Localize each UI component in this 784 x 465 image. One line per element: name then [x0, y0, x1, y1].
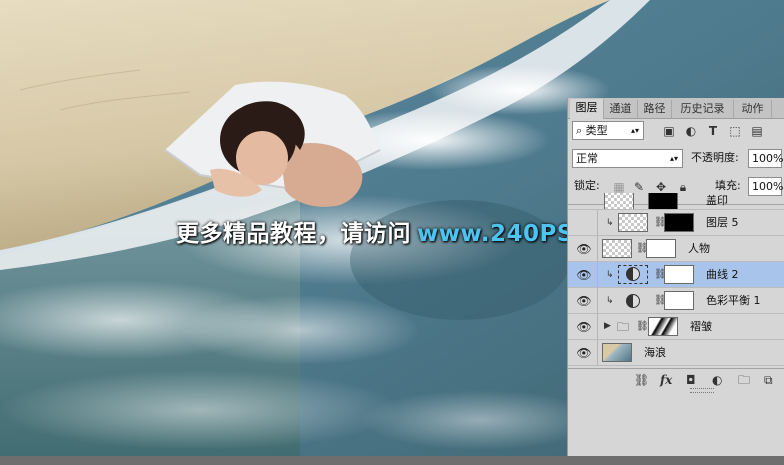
eye-icon[interactable]: 👁︎	[574, 269, 594, 281]
visibility-divider	[597, 262, 598, 288]
chevron-down-icon: ▴▾	[630, 126, 639, 135]
layer-thumbnail	[602, 343, 632, 362]
blend-mode-value: 正常	[576, 152, 598, 165]
curves-icon	[626, 267, 640, 281]
smart-object-filter-icon[interactable]: ▤	[750, 124, 764, 138]
visibility-divider	[597, 236, 598, 262]
eye-icon[interactable]: 👁︎	[574, 347, 594, 359]
image-filter-icon[interactable]: ▣	[662, 124, 676, 138]
adjustment-icon[interactable]: ◐	[712, 373, 722, 387]
layer-row-stamp[interactable]: 盖印	[568, 193, 784, 210]
visibility-divider	[597, 314, 598, 340]
eye-icon[interactable]: 👁︎	[574, 321, 594, 333]
layer-name: 海浪	[644, 346, 666, 359]
layer-name: 曲线 2	[706, 268, 739, 281]
layer-thumbnail	[618, 213, 648, 232]
mask-thumbnail	[664, 265, 694, 284]
lock-transparency-icon[interactable]: ▦	[612, 180, 626, 194]
layer-thumbnail	[604, 193, 634, 209]
blend-row: 正常 ▴▾ 不透明度: 100%	[568, 148, 784, 170]
layer-row-curves2[interactable]: 👁︎ ↳ ⛓ 曲线 2	[568, 262, 784, 288]
layer-name: 褶皱	[690, 320, 712, 333]
layer-row-layer5[interactable]: ↳ ⛓ 图层 5	[568, 210, 784, 236]
filter-kind-label: 类型	[585, 124, 608, 137]
chevron-down-icon: ▴▾	[669, 154, 678, 163]
link-icon[interactable]: ⛓	[634, 373, 649, 387]
status-strip	[0, 456, 784, 465]
clip-arrow-icon: ↳	[606, 218, 614, 228]
eye-icon[interactable]: 👁︎	[574, 243, 594, 255]
filter-kind-select[interactable]: ⌕ 类型 ▴▾	[572, 121, 644, 140]
visibility-divider	[597, 210, 598, 236]
layer-name: 色彩平衡 1	[706, 294, 761, 307]
layer-row-person[interactable]: 👁︎ ⛓ 人物	[568, 236, 784, 262]
filter-row: ⌕ 类型 ▴▾ ▣ ◐ T ⬚ ▤	[568, 120, 784, 142]
layer-name: 图层 5	[706, 216, 739, 229]
layers-panel: 图层 通道 路径 历史记录 动作 ⌕ 类型 ▴▾ ▣ ◐ T ⬚ ▤ 正常 ▴▾…	[567, 98, 784, 465]
mask-thumbnail	[646, 239, 676, 258]
adjustment-filter-icon[interactable]: ◐	[684, 124, 698, 138]
layer-row-color-balance[interactable]: 👁︎ ↳ ⛓ 色彩平衡 1	[568, 288, 784, 314]
clip-arrow-icon: ↳	[606, 296, 614, 306]
brush-icon[interactable]: ✎	[632, 180, 646, 194]
adjustment-thumbnail	[618, 265, 648, 284]
resize-grip[interactable]	[690, 388, 714, 393]
tab-actions[interactable]: 动作	[734, 100, 772, 118]
blend-mode-select[interactable]: 正常 ▴▾	[572, 149, 683, 168]
layer-name: 人物	[688, 242, 710, 255]
layer-list: 盖印 ↳ ⛓ 图层 5 👁︎ ⛓ 人物 👁︎ ↳ ⛓ 曲线 2 👁︎ ↳ ⛓ 色…	[568, 193, 784, 369]
tab-paths[interactable]: 路径	[638, 100, 672, 118]
layer-row-wrinkle-group[interactable]: 👁︎ ▶ 🗀 ⛓ 褶皱	[568, 314, 784, 340]
eye-icon[interactable]: 👁︎	[574, 295, 594, 307]
fx-icon[interactable]: fx	[660, 373, 672, 387]
color-balance-icon	[626, 294, 640, 308]
clip-arrow-icon: ↳	[606, 270, 614, 280]
chain-link-icon[interactable]: ⛓	[636, 321, 649, 333]
mask-thumbnail	[648, 193, 678, 209]
tab-channels[interactable]: 通道	[604, 100, 638, 118]
visibility-divider	[597, 288, 598, 314]
opacity-input[interactable]: 100%	[748, 149, 783, 168]
text-filter-icon[interactable]: T	[706, 124, 720, 138]
watermark-text: 更多精品教程，请访问	[176, 221, 411, 247]
layer-name: 盖印	[706, 194, 728, 207]
mask-thumbnail	[664, 291, 694, 310]
panel-footer: ⛓ fx ◘ ◐ 🗀 ⧉	[568, 368, 784, 391]
folder-icon: 🗀	[616, 320, 629, 334]
move-icon[interactable]: ✥	[654, 180, 668, 194]
shape-filter-icon[interactable]: ⬚	[728, 124, 742, 138]
mask-thumbnail	[664, 213, 694, 232]
mask-thumbnail	[648, 317, 678, 336]
mask-icon[interactable]: ◘	[686, 373, 696, 387]
new-layer-icon[interactable]: ⧉	[764, 373, 773, 387]
expand-arrow-icon[interactable]: ▶	[604, 321, 611, 331]
search-icon: ⌕	[576, 124, 583, 137]
visibility-divider	[597, 340, 598, 366]
opacity-label: 不透明度:	[691, 151, 739, 164]
layer-thumbnail	[602, 239, 632, 258]
lock-icon[interactable]: 🔒︎	[676, 180, 690, 194]
layer-row-waves[interactable]: 👁︎ 海浪	[568, 340, 784, 366]
tab-history[interactable]: 历史记录	[672, 100, 734, 118]
tab-layers[interactable]: 图层	[570, 99, 604, 119]
folder-icon[interactable]: 🗀	[738, 373, 750, 387]
panel-tabs: 图层 通道 路径 历史记录 动作	[568, 98, 784, 119]
